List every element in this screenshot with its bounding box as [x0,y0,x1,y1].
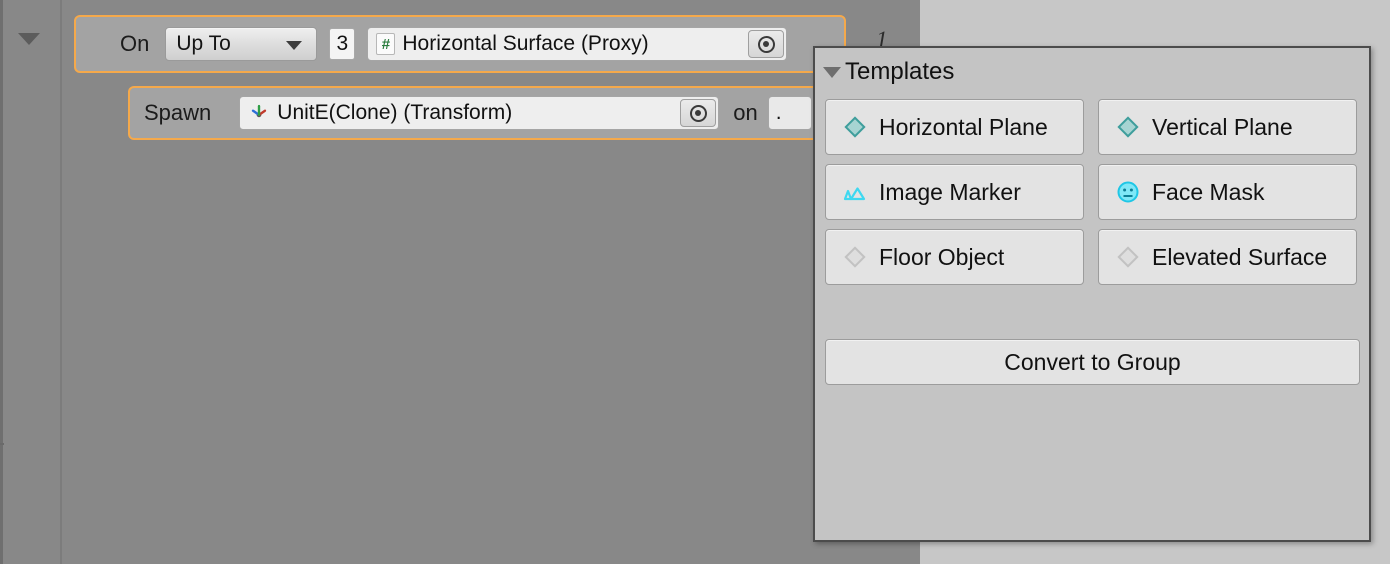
chevron-down-icon [286,41,302,50]
rule-row-spawn[interactable]: Spawn UnitE(Clone) (Transform) on . [128,86,888,140]
editor-canvas-background [0,0,920,564]
template-label: Face Mask [1152,179,1264,206]
diamond-icon [1115,244,1141,270]
convert-to-group-button[interactable]: Convert to Group [825,339,1360,385]
gutter-tick [0,443,4,445]
template-label: Image Marker [879,179,1021,206]
spawn-object-value: UnitE(Clone) (Transform) [277,101,512,125]
left-edge-divider [0,0,3,564]
spawn-object-field[interactable]: UnitE(Clone) (Transform) [239,96,719,130]
object-picker-button[interactable] [680,99,716,127]
spawn-row-label: Spawn [144,100,211,126]
template-label: Vertical Plane [1152,114,1293,141]
diamond-icon [842,114,868,140]
templates-grid: Horizontal Plane Vertical Plane Ima [815,86,1369,285]
triangle-down-icon[interactable] [823,67,841,78]
template-button-elevated-surface[interactable]: Elevated Surface [1098,229,1357,285]
object-picker-button[interactable] [748,30,784,58]
circle-dot-icon [758,36,775,53]
on-row-label: On [120,31,149,57]
spawn-connector-label: on [733,100,757,126]
template-label: Floor Object [879,244,1004,271]
diamond-icon [1115,114,1141,140]
template-label: Horizontal Plane [879,114,1048,141]
editor-root: 1 On Up To 3 # Horizontal Surface (Proxy… [0,0,1390,564]
template-button-horizontal-plane[interactable]: Horizontal Plane [825,99,1084,155]
proxy-object-field[interactable]: # Horizontal Surface (Proxy) [367,27,787,61]
gutter-divider [60,0,62,564]
face-icon [1115,179,1141,205]
transform-gizmo-icon [248,102,270,124]
template-button-image-marker[interactable]: Image Marker [825,164,1084,220]
script-icon: # [376,33,395,55]
quantifier-dropdown-value: Up To [176,32,230,56]
spawn-target-field[interactable]: . [768,96,812,130]
script-icon-glyph: # [382,37,390,52]
template-button-face-mask[interactable]: Face Mask [1098,164,1357,220]
quantifier-dropdown[interactable]: Up To [165,27,317,61]
rule-row-on[interactable]: On Up To 3 # Horizontal Surface (Proxy) [74,15,846,73]
template-button-vertical-plane[interactable]: Vertical Plane [1098,99,1357,155]
image-triangles-icon [842,179,868,205]
proxy-object-value: Horizontal Surface (Proxy) [402,32,648,56]
templates-panel-title: Templates [845,58,954,86]
triangle-down-icon[interactable] [18,33,40,45]
template-label: Elevated Surface [1152,244,1327,271]
templates-panel: Templates Horizontal Plane Vertical Plan… [813,46,1371,542]
templates-panel-header[interactable]: Templates [815,48,1369,86]
diamond-icon [842,244,868,270]
count-input[interactable]: 3 [329,28,355,60]
circle-dot-icon [690,105,707,122]
template-button-floor-object[interactable]: Floor Object [825,229,1084,285]
